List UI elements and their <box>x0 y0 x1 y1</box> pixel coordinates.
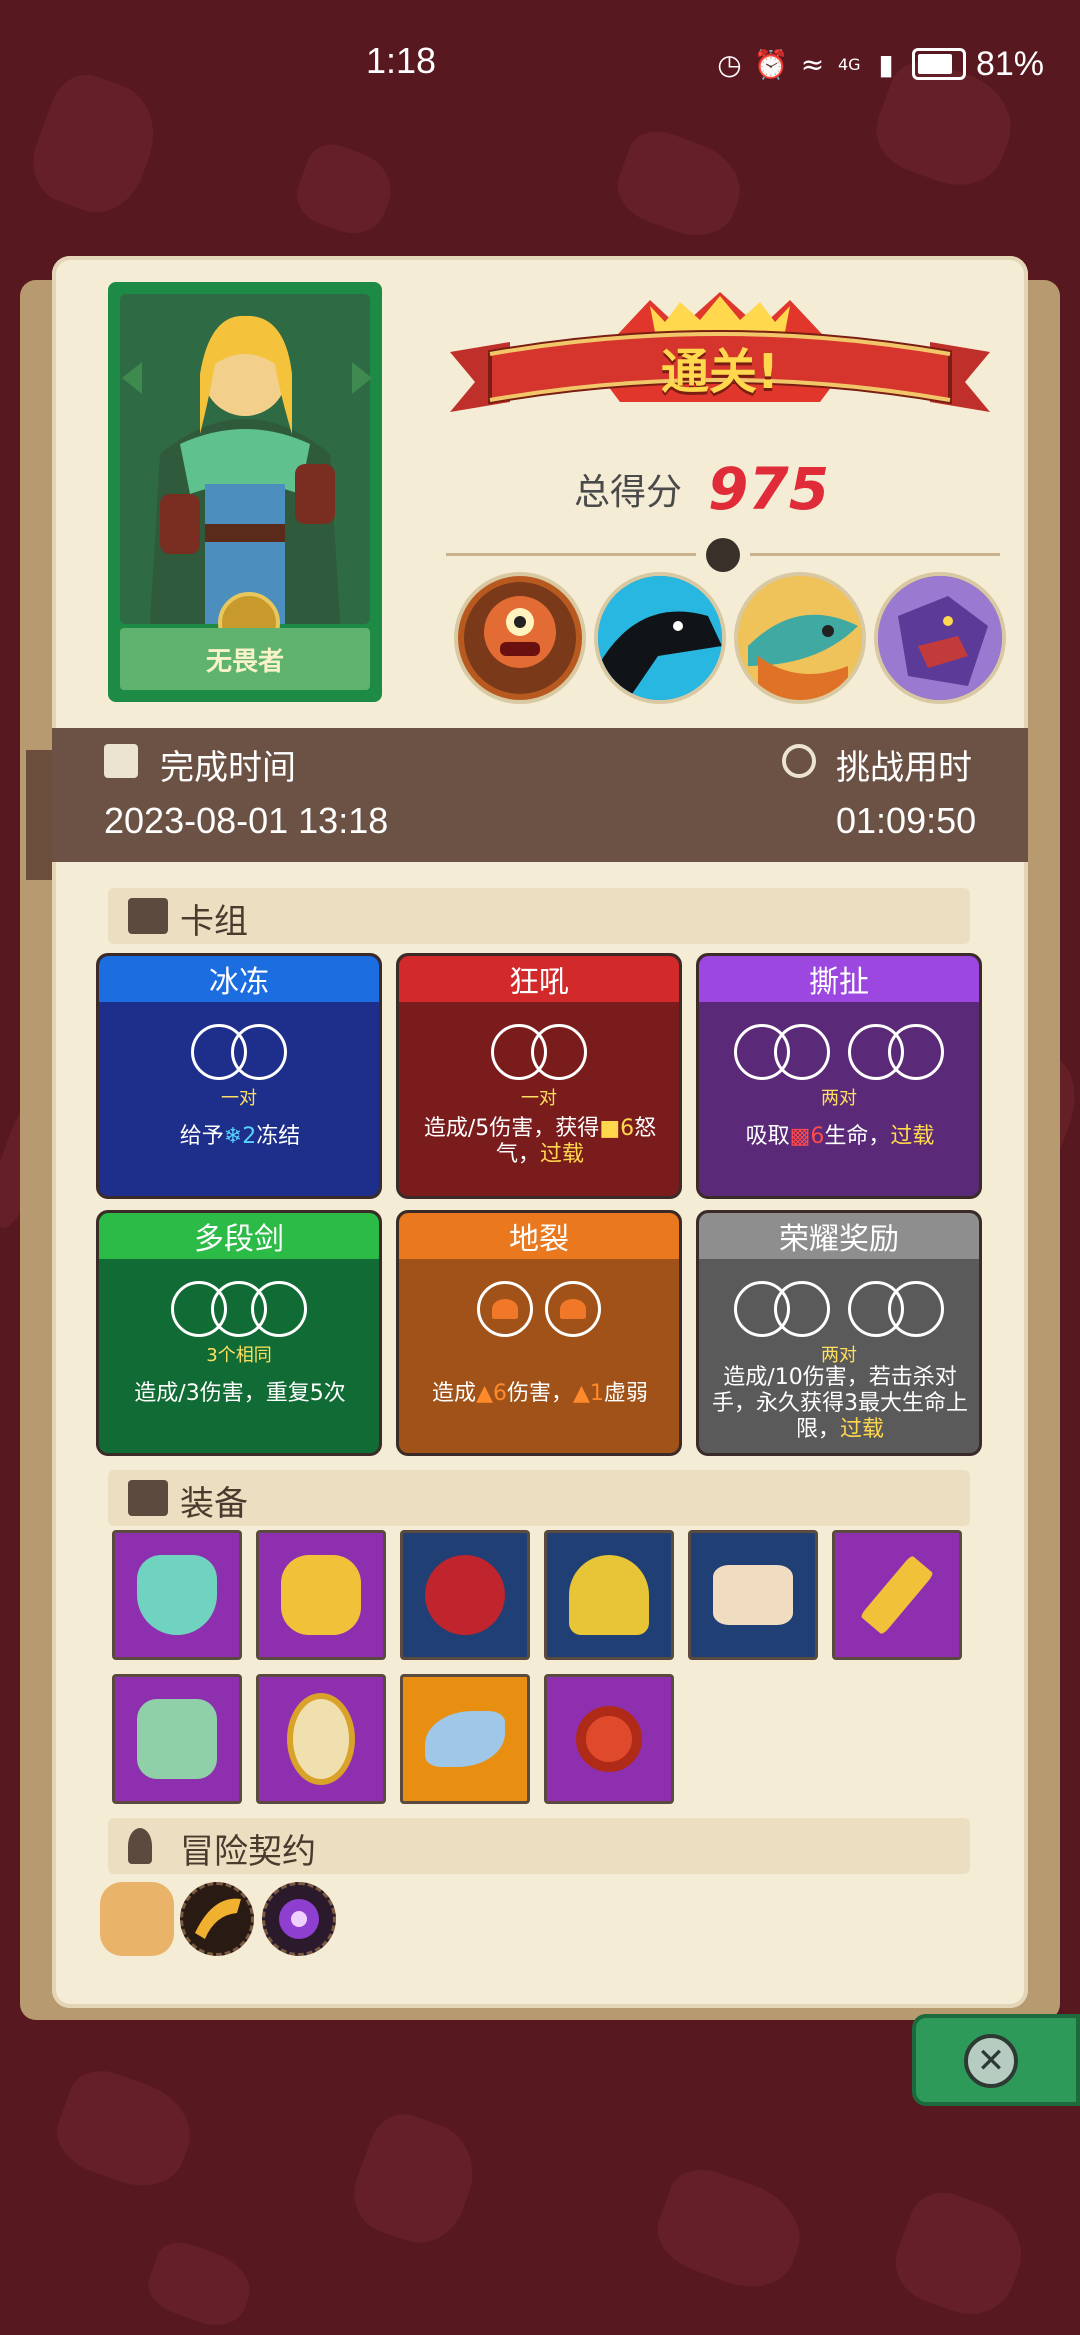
card-description: 造成∕5伤害，获得■6怒气，过载 <box>423 1116 657 1167</box>
sword-icon: ∕ <box>178 1381 186 1406</box>
card-condition: 两对 <box>821 1345 857 1366</box>
battery-percent: 81% <box>975 44 1044 83</box>
dice-slots <box>699 1020 979 1084</box>
dice-slots <box>99 1277 379 1341</box>
boss-eye-monster-icon[interactable] <box>454 572 586 704</box>
card-condition: 两对 <box>821 1088 857 1109</box>
dark-eye-icon[interactable] <box>262 1882 336 1956</box>
score-label: 总得分 <box>574 472 683 513</box>
deck-title: 卡组 <box>180 902 248 942</box>
weak-icon: ▲ <box>573 1381 590 1406</box>
prev-arrow-icon[interactable] <box>122 362 142 394</box>
person-icon <box>128 1828 152 1864</box>
card-freeze[interactable]: 冰冻 一对 给予❄2冻结 <box>96 953 382 1199</box>
box-icon <box>128 1480 168 1516</box>
speed-icon: ◷ <box>717 47 742 81</box>
card-name: 撕扯 <box>699 956 979 1002</box>
battery-icon <box>911 48 966 80</box>
card-roar[interactable]: 狂吼 一对 造成∕5伤害，获得■6怒气，过载 <box>396 953 682 1199</box>
score-value: 975 <box>708 455 830 523</box>
snowflake-icon: ❄ <box>223 1124 243 1149</box>
fang-icon: ▩ <box>789 1124 811 1149</box>
heart-pendant-icon[interactable] <box>256 1530 386 1660</box>
fire-icon: ▲ <box>476 1381 493 1406</box>
finish-time-label: 完成时间 <box>160 748 296 788</box>
dagger-icon[interactable] <box>832 1530 962 1660</box>
sword-icon: ∕ <box>767 1365 775 1390</box>
card-condition: 3个相同 <box>206 1345 272 1366</box>
gold-helmet-icon[interactable] <box>544 1530 674 1660</box>
card-multi-sword[interactable]: 多段剑 3个相同 造成∕3伤害，重复5次 <box>96 1210 382 1456</box>
dice-slots <box>399 1020 679 1084</box>
fist-icon: ■ <box>599 1116 621 1141</box>
card-glory-reward[interactable]: 荣耀奖励 两对 造成∕10伤害，若击杀对手，永久获得3最大生命上限，过载 <box>696 1210 982 1456</box>
status-icons: ◷ ⏰ ≈ 4G ▮ 81% <box>714 44 1044 84</box>
challenge-time-label: 挑战用时 <box>836 748 972 788</box>
horn-icon[interactable] <box>400 1674 530 1804</box>
contract-title: 冒险契约 <box>180 1832 316 1872</box>
next-arrow-icon[interactable] <box>352 362 372 394</box>
stopwatch-icon <box>782 744 816 778</box>
boss-list <box>452 572 1006 704</box>
horn-icon[interactable] <box>180 1882 254 1956</box>
score-row: 总得分 975 <box>574 454 904 524</box>
boss-fish-rider-icon[interactable] <box>734 572 866 704</box>
mirror-icon[interactable] <box>256 1674 386 1804</box>
network-label: 4G <box>837 54 861 74</box>
close-icon[interactable]: ✕ <box>964 2034 1018 2088</box>
clear-banner: 通关! <box>450 292 990 452</box>
challenge-time-value: 01:09:50 <box>836 800 977 841</box>
cards-icon <box>128 898 168 934</box>
card-name: 地裂 <box>399 1213 679 1259</box>
crystal-mask-icon[interactable] <box>112 1674 242 1804</box>
divider-left <box>446 553 696 556</box>
dice-slots <box>99 1020 379 1084</box>
card-tear[interactable]: 撕扯 两对 吸取▩6生命，过载 <box>696 953 982 1199</box>
card-name: 冰冻 <box>99 956 379 1002</box>
calendar-icon <box>104 744 138 778</box>
skull-icon <box>706 538 740 572</box>
boss-purple-dragon-icon[interactable] <box>874 572 1006 704</box>
scroll-icon[interactable] <box>688 1530 818 1660</box>
card-description: 造成▲6伤害，▲1虚弱 <box>432 1381 648 1406</box>
hero-card[interactable]: 无畏者 <box>108 282 382 702</box>
status-bar: 1:18 ◷ ⏰ ≈ 4G ▮ 81% <box>0 0 1080 130</box>
card-condition: 一对 <box>221 1088 257 1109</box>
scroll-icon[interactable] <box>100 1882 174 1956</box>
card-description: 吸取▩6生命，过载 <box>745 1124 935 1149</box>
bracelet-icon[interactable] <box>544 1674 674 1804</box>
divider-right <box>750 553 1000 556</box>
card-name: 多段剑 <box>99 1213 379 1259</box>
card-condition: 一对 <box>521 1088 557 1109</box>
wifi-icon: ≈ <box>800 47 825 81</box>
finish-time-value: 2023-08-01 13:18 <box>104 800 389 841</box>
card-description: 给予❄2冻结 <box>179 1124 301 1149</box>
card-name: 狂吼 <box>399 956 679 1002</box>
lion-shield-icon[interactable] <box>112 1530 242 1660</box>
hero-portrait <box>120 294 370 624</box>
demon-heart-icon[interactable] <box>400 1530 530 1660</box>
card-description: 造成∕3伤害，重复5次 <box>134 1381 346 1406</box>
card-earth-split[interactable]: 地裂 造成▲6伤害，▲1虚弱 <box>396 1210 682 1456</box>
hero-name-bar: 无畏者 <box>120 628 370 690</box>
clear-title: 通关! <box>661 344 779 400</box>
card-name: 荣耀奖励 <box>699 1213 979 1259</box>
dice-slots <box>699 1277 979 1341</box>
fire-slot-icon <box>477 1281 533 1337</box>
boss-shadow-shark-icon[interactable] <box>594 572 726 704</box>
equipment-title: 装备 <box>180 1484 248 1524</box>
status-time: 1:18 <box>366 40 437 81</box>
card-description: 造成∕10伤害，若击杀对手，永久获得3最大生命上限，过载 <box>712 1365 968 1442</box>
signal-icon: ▮ <box>878 47 894 81</box>
hero-name: 无畏者 <box>205 646 284 677</box>
dice-slots <box>399 1277 679 1341</box>
fire-slot-icon <box>545 1281 601 1337</box>
alarm-icon: ⏰ <box>753 47 789 81</box>
